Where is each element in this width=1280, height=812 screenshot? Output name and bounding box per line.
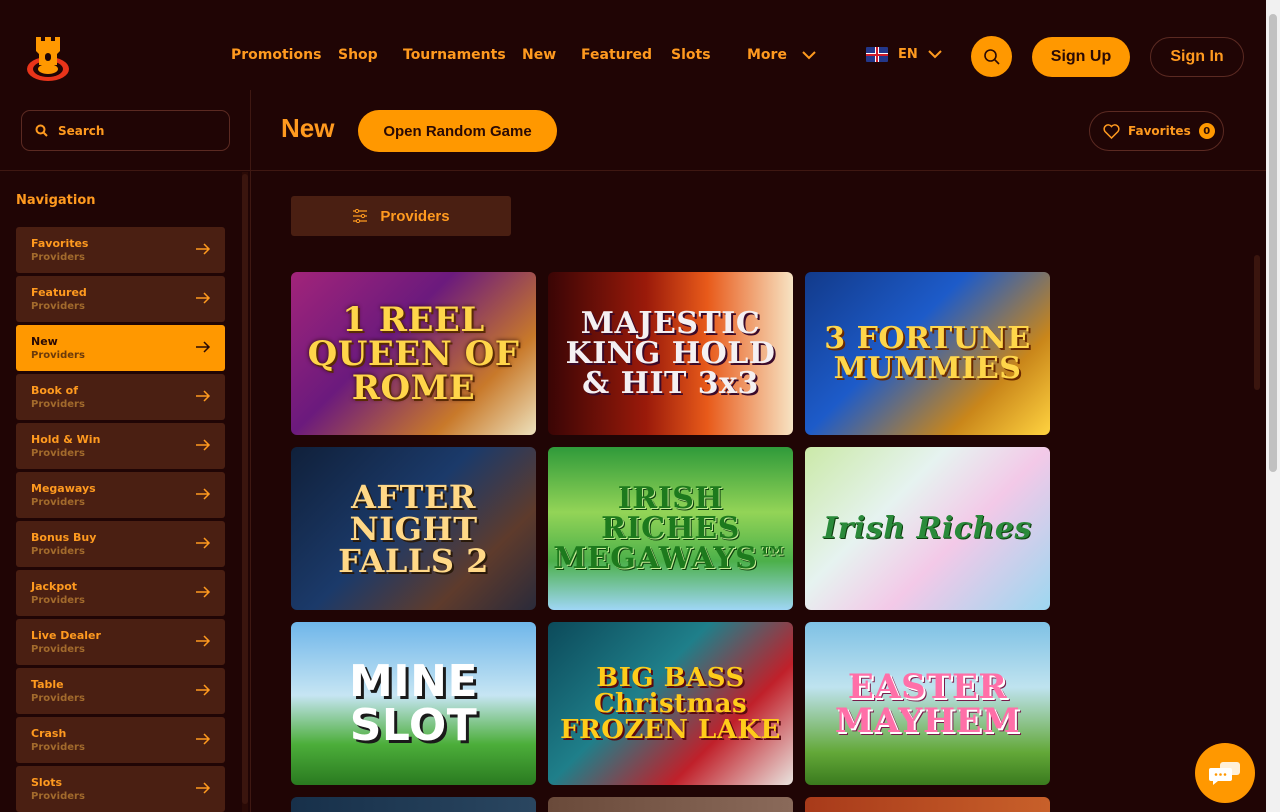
sidebar: Search Navigation Favorites Providers Fe…: [0, 90, 251, 812]
favorites-label: Favorites: [1128, 124, 1191, 138]
arrow-right-icon: [196, 390, 211, 402]
game-tile-easter-mayhem[interactable]: EASTER MAYHEM: [805, 622, 1050, 785]
sidebar-item-featured[interactable]: Featured Providers: [16, 276, 225, 322]
uk-flag-icon: [866, 47, 888, 62]
sign-up-button[interactable]: Sign Up: [1032, 37, 1130, 77]
game-title: 3 FORTUNE MUMMIES: [824, 320, 1031, 386]
language-selector[interactable]: EN: [866, 47, 942, 62]
search-icon: [35, 124, 48, 137]
chevron-down-icon: [802, 50, 816, 59]
header-search-button[interactable]: [971, 36, 1012, 77]
chevron-down-icon: [928, 50, 942, 59]
game-title: AFTER NIGHT FALLS 2: [338, 477, 489, 580]
sidebar-item-crash[interactable]: Crash Providers: [16, 717, 225, 763]
sidebar-item-jackpot[interactable]: Jackpot Providers: [16, 570, 225, 616]
sidebar-nav-list: Favorites Providers Featured Providers N…: [16, 227, 225, 812]
arrow-right-icon: [196, 733, 211, 745]
nav-shop[interactable]: Shop: [338, 47, 378, 63]
game-title: MAJESTIC KING HOLD & HIT 3x3: [565, 305, 776, 401]
sidebar-item-new[interactable]: New Providers: [16, 325, 225, 371]
chat-bubble-icon: [1209, 762, 1240, 785]
arrow-right-icon: [196, 684, 211, 696]
nav-tournaments[interactable]: Tournaments: [403, 47, 506, 63]
page-title: New: [281, 113, 335, 143]
providers-filter-button[interactable]: Providers: [291, 196, 511, 236]
game-tile-after-night-falls-2[interactable]: AFTER NIGHT FALLS 2: [291, 447, 536, 610]
game-tile-queen-of-rome[interactable]: 1 REEL QUEEN OF ROME: [291, 272, 536, 435]
open-random-game-button[interactable]: Open Random Game: [358, 110, 557, 152]
arrow-right-icon: [196, 439, 211, 451]
sidebar-item-favorites[interactable]: Favorites Providers: [16, 227, 225, 273]
nav-promotions[interactable]: Promotions: [231, 47, 321, 63]
game-title: 1 REEL QUEEN OF ROME: [307, 299, 520, 408]
favorites-button[interactable]: Favorites 0: [1089, 111, 1224, 151]
game-tile-irish-riches[interactable]: Irish Riches: [805, 447, 1050, 610]
game-tile-big-bass-christmas-frozen-lake[interactable]: BIG BASS Christmas FROZEN LAKE: [548, 622, 793, 785]
nav-slots[interactable]: Slots: [671, 47, 711, 63]
game-title: Irish Riches: [823, 510, 1032, 546]
search-icon: [983, 48, 1000, 65]
arrow-right-icon: [196, 488, 211, 500]
game-tile-majestic-king[interactable]: MAJESTIC KING HOLD & HIT 3x3: [548, 272, 793, 435]
providers-label: Providers: [380, 207, 450, 225]
game-title: BIG BASS Christmas FROZEN LAKE: [560, 662, 781, 745]
sidebar-item-live-dealer[interactable]: Live Dealer Providers: [16, 619, 225, 665]
arrow-right-icon: [196, 635, 211, 647]
game-tile-3-fortune-mummies[interactable]: 3 FORTUNE MUMMIES: [805, 272, 1050, 435]
game-tile-partial[interactable]: [805, 797, 1050, 812]
nav-more[interactable]: More: [747, 47, 816, 63]
nav-more-label: More: [747, 47, 787, 63]
live-chat-button[interactable]: [1195, 743, 1255, 803]
arrow-right-icon: [196, 782, 211, 794]
sidebar-item-hold-and-win[interactable]: Hold & Win Providers: [16, 423, 225, 469]
game-tile-irish-riches-megaways[interactable]: IRISH RICHES MEGAWAYS™: [548, 447, 793, 610]
game-tile-partial[interactable]: [548, 797, 793, 812]
main-scrollbar[interactable]: [1254, 245, 1260, 812]
sign-in-button[interactable]: Sign In: [1150, 37, 1244, 77]
search-placeholder: Search: [58, 123, 105, 138]
arrow-right-icon: [196, 243, 211, 255]
nav-featured[interactable]: Featured: [581, 47, 652, 63]
sidebar-item-slots[interactable]: Slots Providers: [16, 766, 225, 812]
game-title: IRISH RICHES MEGAWAYS™: [553, 480, 788, 576]
sidebar-item-megaways[interactable]: Megaways Providers: [16, 472, 225, 518]
nav-new[interactable]: New: [522, 47, 556, 63]
sliders-icon: [353, 209, 368, 223]
castle-logo-icon[interactable]: [25, 33, 71, 83]
heart-icon: [1103, 123, 1120, 139]
divider: [0, 170, 251, 171]
game-title: MINE SLOT: [348, 655, 479, 751]
top-header: Promotions Shop Tournaments New Featured…: [0, 0, 1266, 90]
sidebar-item-table[interactable]: Table Providers: [16, 668, 225, 714]
sidebar-scrollbar[interactable]: [242, 172, 248, 812]
sidebar-item-book-of[interactable]: Book of Providers: [16, 374, 225, 420]
window-scrollbar[interactable]: [1266, 0, 1280, 812]
arrow-right-icon: [196, 537, 211, 549]
arrow-right-icon: [196, 292, 211, 304]
game-tile-mine-slot[interactable]: MINE SLOT: [291, 622, 536, 785]
arrow-right-icon: [196, 341, 211, 353]
navigation-heading: Navigation: [16, 193, 96, 208]
game-title: EASTER MAYHEM: [834, 666, 1021, 741]
favorites-count-badge: 0: [1198, 123, 1215, 139]
sidebar-item-bonus-buy[interactable]: Bonus Buy Providers: [16, 521, 225, 567]
language-code: EN: [898, 47, 918, 62]
sidebar-search-input[interactable]: Search: [21, 110, 230, 151]
arrow-right-icon: [196, 586, 211, 598]
game-tile-partial[interactable]: [291, 797, 536, 812]
